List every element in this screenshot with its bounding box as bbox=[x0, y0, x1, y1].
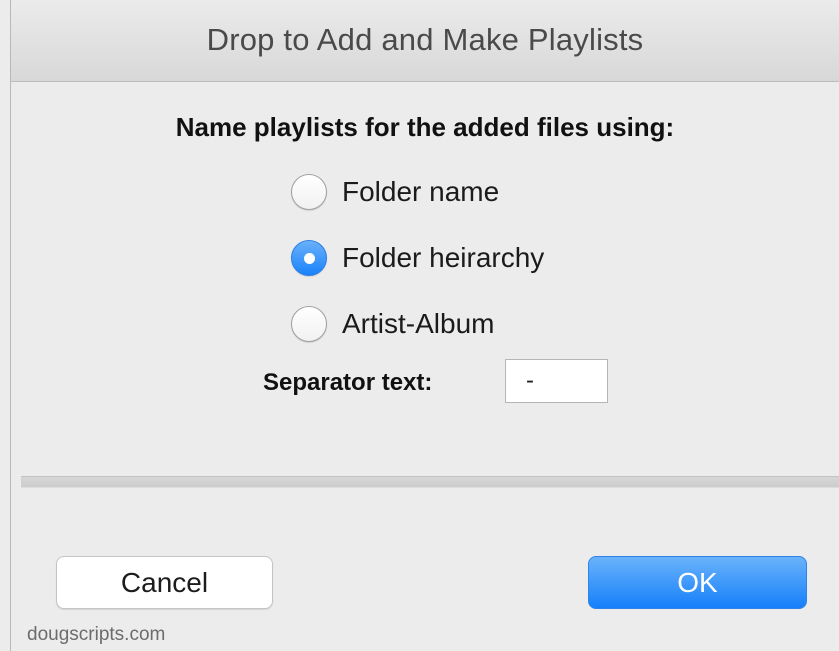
divider bbox=[21, 476, 839, 488]
option-folder-hierarchy[interactable]: Folder heirarchy bbox=[291, 238, 544, 278]
naming-prompt: Name playlists for the added files using… bbox=[175, 112, 675, 142]
option-label-artist-album[interactable]: Artist-Album bbox=[342, 308, 494, 340]
dialog-window: Drop to Add and Make Playlists Name play… bbox=[10, 0, 839, 651]
radio-button-folder-hierarchy[interactable] bbox=[291, 240, 327, 276]
footer-credit: dougscripts.com bbox=[27, 624, 166, 645]
option-folder-name[interactable]: Folder name bbox=[291, 172, 499, 212]
option-label-folder-hierarchy[interactable]: Folder heirarchy bbox=[342, 242, 544, 274]
option-label-folder-name[interactable]: Folder name bbox=[342, 176, 499, 208]
separator-text-input[interactable] bbox=[505, 359, 608, 403]
title-bar[interactable]: Drop to Add and Make Playlists bbox=[11, 0, 839, 82]
radio-button-folder-name[interactable] bbox=[291, 174, 327, 210]
ok-button[interactable]: OK bbox=[588, 556, 807, 609]
cancel-button[interactable]: Cancel bbox=[56, 556, 273, 609]
radio-button-artist-album[interactable] bbox=[291, 306, 327, 342]
window-title: Drop to Add and Make Playlists bbox=[206, 22, 644, 57]
option-artist-album[interactable]: Artist-Album bbox=[291, 304, 494, 344]
separator-label: Separator text: bbox=[263, 369, 433, 396]
